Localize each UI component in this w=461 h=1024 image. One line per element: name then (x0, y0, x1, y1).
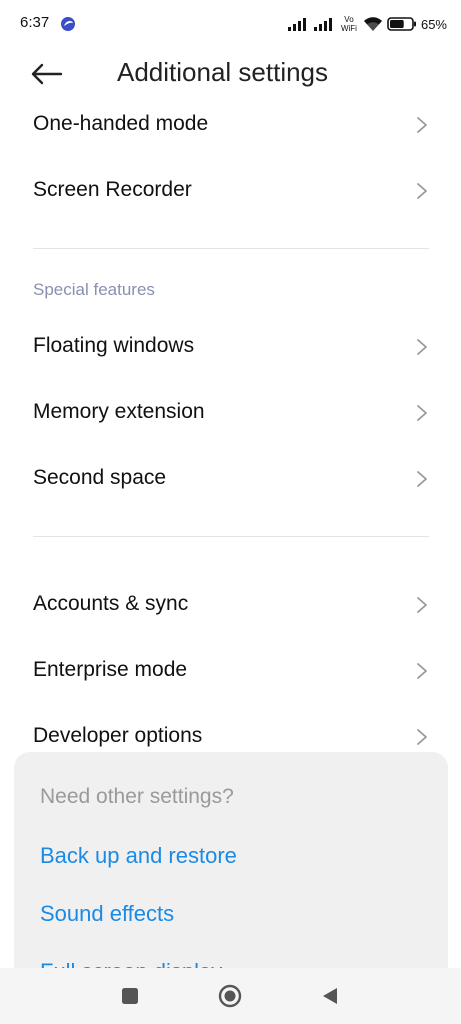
suggestions-title: Need other settings? (40, 785, 234, 808)
settings-row-second-space[interactable]: Second space (0, 446, 461, 512)
row-label: Screen Recorder (33, 178, 192, 201)
link-back-up-and-restore[interactable]: Back up and restore (40, 843, 237, 869)
row-label: Second space (33, 466, 167, 489)
divider (0, 512, 461, 562)
settings-row-enterprise-mode[interactable]: Enterprise mode (0, 638, 461, 704)
page-title: Additional settings (117, 57, 329, 87)
status-bar: 6:37 Vo WiFi 65% (0, 0, 461, 50)
row-label: One-handed mode (33, 112, 209, 135)
settings-row-one-handed-mode[interactable]: One-handed mode (0, 92, 461, 158)
vowifi-icon: Vo WiFi (339, 13, 359, 35)
battery-percent: 65% (420, 16, 447, 32)
status-time: 6:37 (20, 14, 50, 31)
section-header-label: Special features (33, 280, 155, 299)
row-label: Memory extension (33, 400, 205, 423)
wifi-label: WiFi (340, 24, 357, 33)
vo-label: Vo (344, 15, 354, 24)
divider (0, 224, 461, 274)
status-icons: Vo WiFi 65% (287, 13, 447, 35)
settings-row-floating-windows[interactable]: Floating windows (0, 314, 461, 380)
settings-row-accounts-sync[interactable]: Accounts & sync (0, 572, 461, 638)
section-header-special-features: Special features (0, 274, 461, 314)
row-label: Enterprise mode (33, 658, 188, 681)
chevron-right-icon (417, 663, 427, 679)
circle-home-icon[interactable] (218, 984, 242, 1008)
chevron-right-icon (417, 471, 427, 487)
settings-row-memory-extension[interactable]: Memory extension (0, 380, 461, 446)
chevron-right-icon (417, 117, 427, 133)
chevron-right-icon (417, 405, 427, 421)
wifi-icon (363, 17, 382, 31)
chevron-right-icon (417, 597, 427, 613)
square-icon[interactable] (118, 984, 142, 1008)
app-notification-icon (61, 17, 75, 31)
row-label: Developer options (33, 724, 203, 747)
settings-row-screen-recorder[interactable]: Screen Recorder (0, 158, 461, 224)
chevron-right-icon (417, 729, 427, 745)
link-sound-effects[interactable]: Sound effects (40, 901, 174, 927)
settings-list: One-handed mode Screen Recorder Special … (0, 92, 461, 770)
arrow-left-icon[interactable] (30, 62, 64, 86)
row-label: Floating windows (33, 334, 195, 357)
navigation-bar (0, 968, 461, 1024)
signal-icon-2 (313, 18, 332, 31)
triangle-back-icon[interactable] (318, 984, 342, 1008)
battery-icon (387, 17, 416, 31)
chevron-right-icon (417, 339, 427, 355)
chevron-right-icon (417, 183, 427, 199)
signal-icon (287, 18, 306, 31)
row-label: Accounts & sync (33, 592, 189, 615)
